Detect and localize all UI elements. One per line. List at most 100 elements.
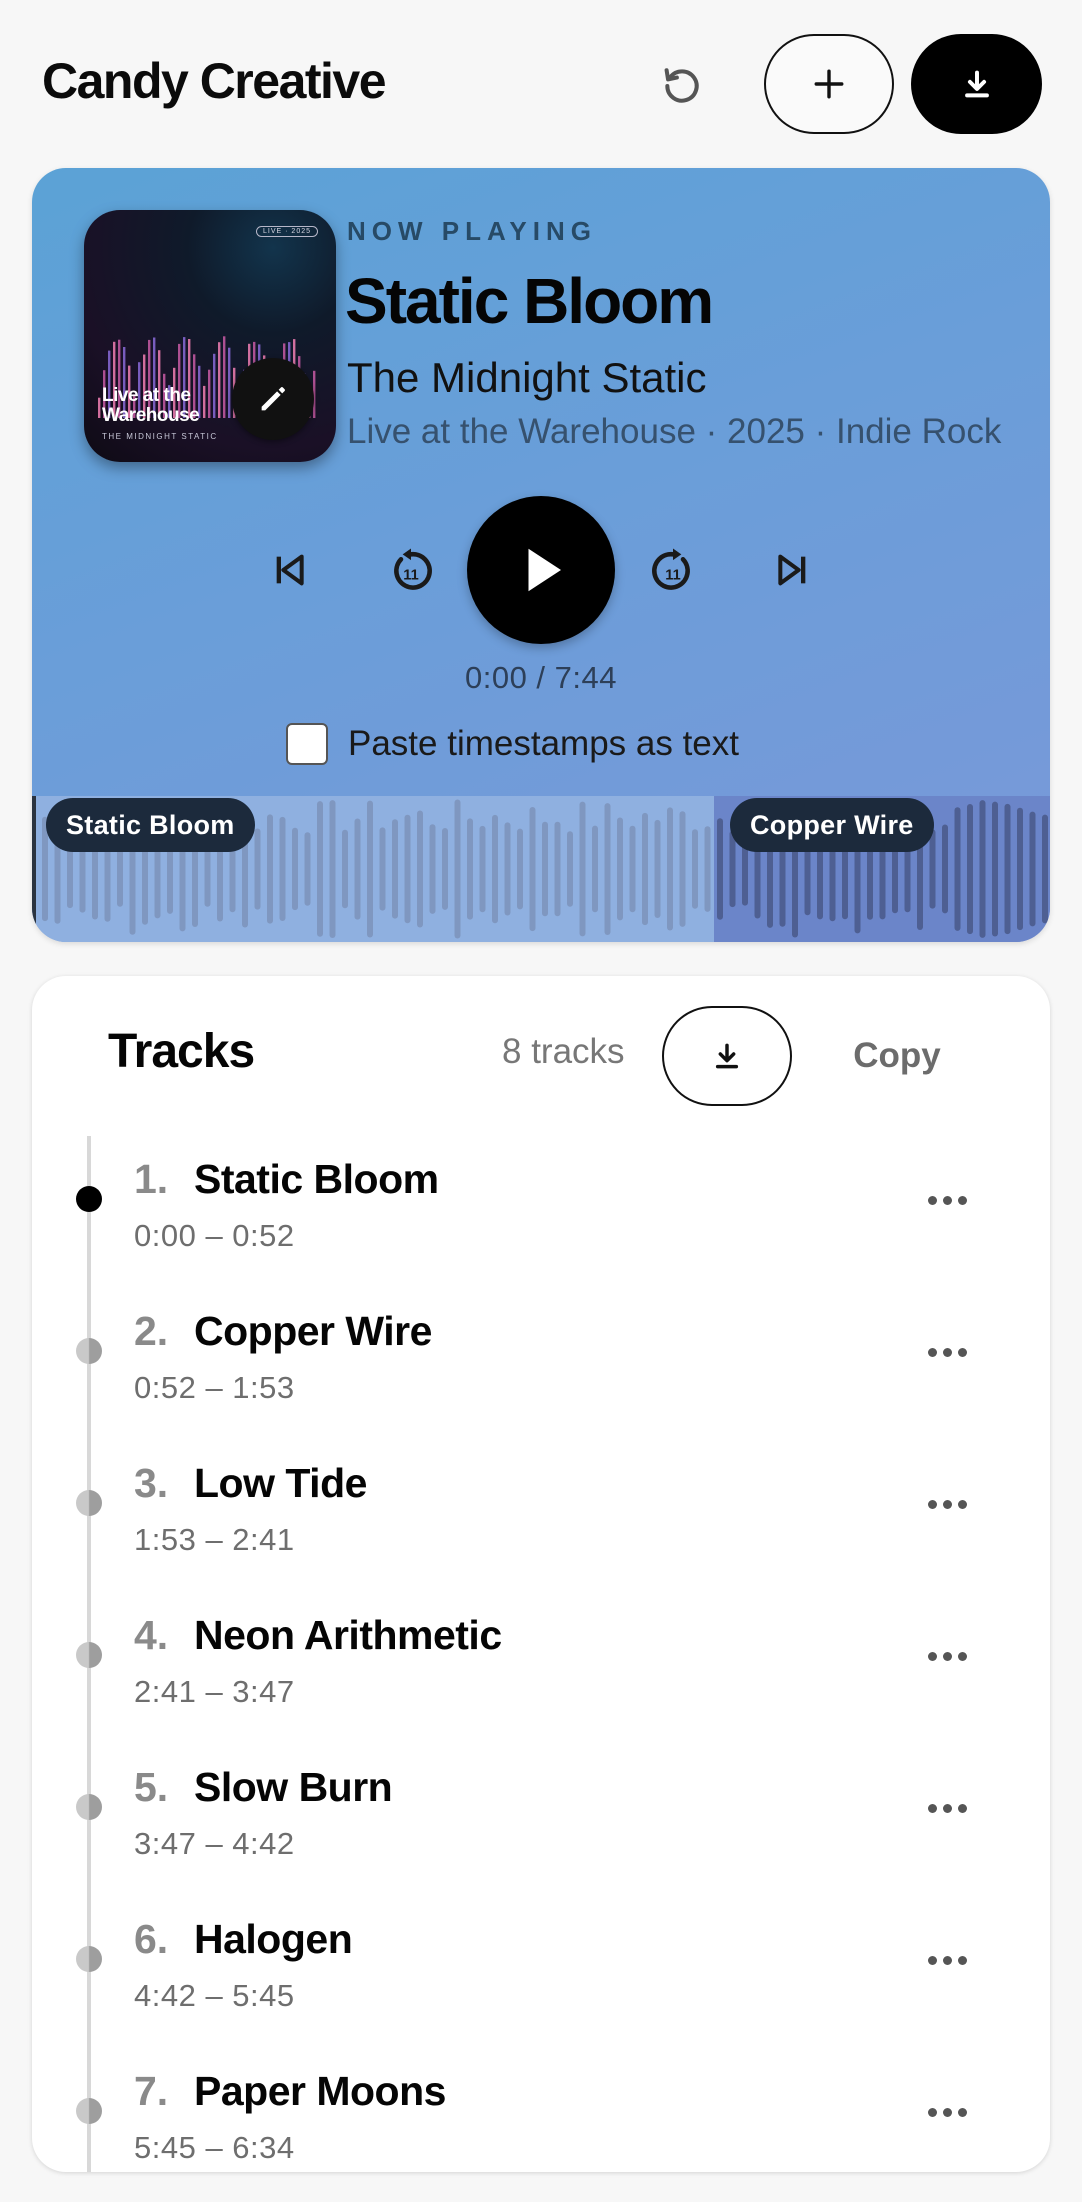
add-button[interactable] (764, 34, 894, 134)
now-playing-label: NOW PLAYING (347, 216, 597, 246)
waveform-bar (279, 816, 286, 921)
timeline-dot (76, 1490, 102, 1516)
paste-timestamps-row: Paste timestamps as text (286, 720, 739, 768)
rewind-11-button[interactable]: 11 (376, 536, 446, 606)
more-dots-icon (942, 1499, 952, 1509)
timeline-dot (76, 1642, 102, 1668)
more-options-button[interactable] (912, 1626, 982, 1686)
more-options-button[interactable] (912, 1322, 982, 1382)
track-time-range: 0:52 – 1:53 (134, 1370, 295, 1405)
forward-11-button[interactable]: 11 (638, 536, 708, 606)
download-button[interactable] (911, 34, 1042, 134)
plus-icon (814, 69, 844, 99)
track-time-range: 3:47 – 4:42 (134, 1826, 295, 1861)
waveform-bar (517, 828, 523, 910)
timeline-dot (76, 1946, 102, 1972)
waveform-bar (479, 825, 486, 913)
play-button[interactable] (467, 496, 615, 644)
waveform-bar (267, 814, 273, 924)
more-dots-icon (957, 1955, 967, 1965)
more-dots-icon (942, 1955, 952, 1965)
waveform-bar (929, 829, 936, 909)
waveform-bar (304, 832, 311, 906)
track-row[interactable]: 7. Paper Moons 5:45 – 6:34 (32, 2048, 1050, 2172)
waveform-bar (592, 825, 598, 913)
track-name: Copper Wire (194, 1308, 432, 1354)
copy-button[interactable]: Copy (842, 1026, 952, 1086)
brand-title: Candy Creative (42, 53, 387, 109)
waveform-bar (292, 827, 298, 911)
waveform-bar (317, 801, 323, 937)
cover-wave-bar (98, 397, 101, 418)
waveform-bar (704, 826, 711, 912)
download-tracks-button[interactable] (662, 1006, 792, 1106)
track-number: 2. (134, 1308, 169, 1354)
waveform-bar (1004, 803, 1011, 935)
more-dots-icon (927, 1347, 937, 1357)
waveform-bar (329, 800, 336, 938)
waveform-bar (954, 807, 961, 931)
more-options-button[interactable] (912, 1778, 982, 1838)
tracks-heading: Tracks (108, 1025, 255, 1078)
previous-track-button[interactable] (260, 540, 320, 600)
track-number: 5. (134, 1764, 169, 1810)
track-name: Static Bloom (194, 1156, 439, 1202)
player-card: LIVE · 2025 Live at the Warehouse THE MI… (32, 168, 1050, 942)
waveform-bar (342, 829, 348, 909)
playhead (32, 796, 36, 942)
waveform-bar (404, 814, 411, 924)
waveform-bar (354, 818, 361, 920)
timeline-dot (76, 1794, 102, 1820)
next-track-button[interactable] (762, 540, 822, 600)
track-number: 6. (134, 1916, 169, 1962)
track-row[interactable]: 2. Copper Wire 0:52 – 1:53 (32, 1288, 1050, 1438)
track-name: Slow Burn (194, 1764, 393, 1810)
waveform-segment-label[interactable]: Static Bloom (46, 798, 255, 852)
more-options-button[interactable] (912, 1474, 982, 1534)
skip-previous-icon (276, 554, 304, 586)
download-icon (964, 70, 989, 98)
cover-badge: LIVE · 2025 (256, 226, 318, 237)
reset-button[interactable] (654, 58, 710, 114)
waveform-bar (504, 822, 511, 916)
track-time-range: 5:45 – 6:34 (134, 2130, 295, 2165)
track-row[interactable]: 1. Static Bloom 0:00 – 0:52 (32, 1136, 1050, 1286)
waveform-bar (392, 819, 398, 919)
edit-cover-button[interactable] (232, 358, 314, 440)
waveform-bar (529, 807, 536, 932)
more-options-button[interactable] (912, 1170, 982, 1230)
more-dots-icon (927, 1803, 937, 1813)
more-dots-icon (942, 1651, 952, 1661)
track-time-range: 1:53 – 2:41 (134, 1522, 295, 1557)
more-options-button[interactable] (912, 2082, 982, 2142)
play-icon (528, 548, 561, 592)
more-options-button[interactable] (912, 1930, 982, 1990)
waveform-bar (967, 804, 973, 935)
track-row[interactable]: 3. Low Tide 1:53 – 2:41 (32, 1440, 1050, 1590)
track-row[interactable]: 4. Neon Arithmetic 2:41 – 3:47 (32, 1592, 1050, 1742)
track-time-range: 2:41 – 3:47 (134, 1674, 295, 1709)
track-row[interactable]: 5. Slow Burn 3:47 – 4:42 (32, 1744, 1050, 1894)
waveform-bar (729, 830, 736, 908)
waveform-bar (617, 817, 623, 921)
track-name: Paper Moons (194, 2068, 446, 2114)
paste-timestamps-checkbox[interactable] (286, 723, 328, 765)
waveform-segment-label[interactable]: Copper Wire (730, 798, 934, 852)
waveform-bar (604, 803, 611, 935)
app-header: Candy Creative (0, 0, 1082, 160)
waveform-bar (1042, 814, 1048, 924)
cover-title: Live at the Warehouse (102, 385, 200, 426)
waveform-bar (467, 818, 473, 920)
waveform-bar (442, 828, 448, 910)
waveform-bar (942, 824, 948, 914)
more-dots-icon (957, 1803, 967, 1813)
pencil-icon (261, 387, 285, 411)
more-dots-icon (957, 1651, 967, 1661)
more-dots-icon (957, 2107, 967, 2117)
waveform-bar (667, 807, 673, 931)
track-number: 1. (134, 1156, 169, 1202)
cover-subtitle: THE MIDNIGHT STATIC (102, 432, 218, 441)
waveform-bar (454, 799, 461, 939)
fast-forward-icon: 11 (652, 548, 690, 590)
track-row[interactable]: 6. Halogen 4:42 – 5:45 (32, 1896, 1050, 2046)
